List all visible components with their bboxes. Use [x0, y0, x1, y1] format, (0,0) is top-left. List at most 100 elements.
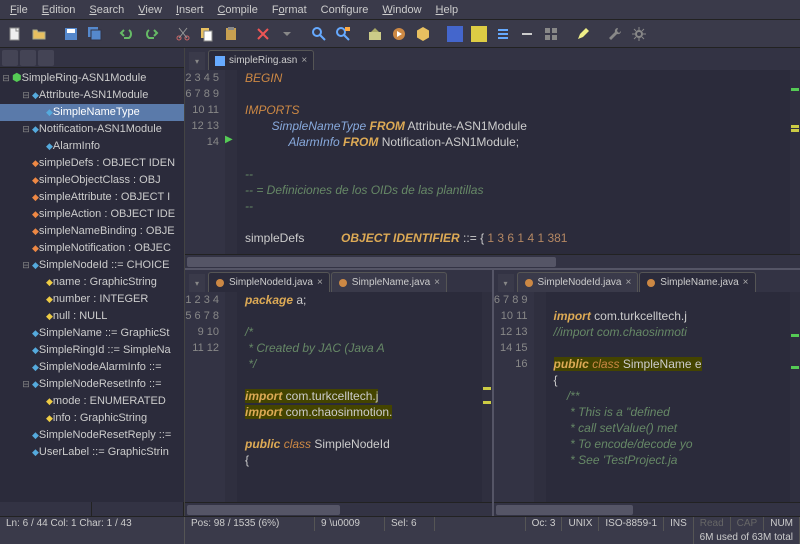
wrench-icon[interactable] — [604, 23, 626, 45]
tree-item[interactable]: ◆ SimpleNameType — [0, 104, 184, 121]
search-icon[interactable] — [308, 23, 330, 45]
status-encoding[interactable]: ISO-8859-1 — [599, 517, 664, 531]
overview-ruler[interactable] — [790, 70, 800, 254]
code-area-bl[interactable]: 1 2 3 4 5 6 7 8 9 10 11 12 package a; /*… — [185, 292, 492, 502]
editor-area: ▾ simpleRing.asn × 2 3 4 5 6 7 8 9 10 11… — [185, 48, 800, 516]
copy-icon[interactable] — [196, 23, 218, 45]
overview-ruler[interactable] — [482, 292, 492, 502]
status-lineending[interactable]: UNIX — [562, 517, 599, 531]
tree-item[interactable]: ◆ null : NULL — [0, 308, 184, 325]
menu-file[interactable]: File — [4, 2, 34, 18]
close-icon[interactable]: × — [434, 277, 440, 288]
project-tree[interactable]: ⊟⬢ SimpleRing-ASN1Module⊟◆ Attribute-ASN… — [0, 68, 184, 502]
tab-simplering-asn[interactable]: simpleRing.asn × — [208, 50, 314, 70]
menu-search[interactable]: Search — [83, 2, 130, 18]
tab-dropdown-icon[interactable]: ▾ — [189, 274, 205, 292]
list-icon[interactable] — [492, 23, 514, 45]
code-area-br[interactable]: 6 7 8 9 10 11 12 13 14 15 16 import com.… — [494, 292, 800, 502]
cut-icon[interactable] — [172, 23, 194, 45]
build-icon[interactable] — [364, 23, 386, 45]
menu-compile[interactable]: Compile — [211, 2, 263, 18]
close-icon[interactable]: × — [743, 277, 749, 288]
menu-insert[interactable]: Insert — [170, 2, 210, 18]
tree-item[interactable]: ◆ simpleObjectClass : OBJ — [0, 172, 184, 189]
status-sel: Sel: 6 — [385, 517, 435, 531]
tab-label: SimpleNodeId.java — [229, 277, 313, 288]
menu-help[interactable]: Help — [430, 2, 465, 18]
save-all-icon[interactable] — [84, 23, 106, 45]
menu-edition[interactable]: Edition — [36, 2, 82, 18]
main-area: ⊟⬢ SimpleRing-ASN1Module⊟◆ Attribute-ASN… — [0, 48, 800, 516]
replace-icon[interactable] — [332, 23, 354, 45]
run-icon[interactable] — [388, 23, 410, 45]
tree-item[interactable]: ◆ simpleAction : OBJECT IDE — [0, 206, 184, 223]
menu-view[interactable]: View — [132, 2, 168, 18]
undo-icon[interactable] — [116, 23, 138, 45]
tree-item[interactable]: ◆ SimpleRingId ::= SimpleNa — [0, 342, 184, 359]
menu-window[interactable]: Window — [376, 2, 427, 18]
sidebar-tool-icon[interactable] — [38, 50, 54, 66]
menubar: File Edition Search View Insert Compile … — [0, 0, 800, 20]
tree-item[interactable]: ⊟◆ SimpleNodeId ::= CHOICE — [0, 257, 184, 274]
editor-bottom-right: ▾ SimpleNodeId.java × SimpleName.java × … — [494, 270, 800, 516]
sidebar-tool-icon[interactable] — [20, 50, 36, 66]
status-insert[interactable]: INS — [664, 517, 694, 531]
palette1-icon[interactable] — [444, 23, 466, 45]
close-icon[interactable]: × — [317, 277, 323, 288]
tree-item[interactable]: ◆ simpleNameBinding : OBJE — [0, 223, 184, 240]
tree-item[interactable]: ◆ simpleAttribute : OBJECT I — [0, 189, 184, 206]
tree-item[interactable]: ◆ simpleDefs : OBJECT IDEN — [0, 155, 184, 172]
save-icon[interactable] — [60, 23, 82, 45]
tree-item[interactable]: ◆ mode : ENUMERATED — [0, 393, 184, 410]
toolbar — [0, 20, 800, 48]
tab-simplename-java[interactable]: SimpleName.java × — [331, 272, 447, 292]
tree-item[interactable]: ◆ SimpleName ::= GraphicSt — [0, 325, 184, 342]
sidebar-scrollbar[interactable] — [0, 502, 184, 516]
status-numlock: NUM — [764, 517, 800, 531]
redo-icon[interactable] — [140, 23, 162, 45]
horizontal-scrollbar[interactable] — [185, 502, 492, 516]
close-icon[interactable]: × — [301, 55, 307, 66]
close-icon[interactable]: × — [625, 277, 631, 288]
palette2-icon[interactable] — [468, 23, 490, 45]
tab-dropdown-icon[interactable]: ▾ — [189, 52, 205, 70]
tree-root[interactable]: ⊟⬢ SimpleRing-ASN1Module — [0, 70, 184, 87]
tree-item[interactable]: ◆ SimpleNodeAlarmInfo ::= — [0, 359, 184, 376]
dropdown-icon[interactable] — [276, 23, 298, 45]
gear-icon[interactable] — [628, 23, 650, 45]
horizontal-scrollbar[interactable] — [185, 254, 800, 268]
tree-item[interactable]: ⊟◆ Attribute-ASN1Module — [0, 87, 184, 104]
tab-simplenodeid-java[interactable]: SimpleNodeId.java × — [208, 272, 330, 292]
tab-label: SimpleName.java — [660, 277, 738, 288]
paste-icon[interactable] — [220, 23, 242, 45]
tab-simplename-java[interactable]: SimpleName.java × — [639, 272, 755, 292]
tree-item[interactable]: ◆ AlarmInfo — [0, 138, 184, 155]
hex-icon[interactable] — [412, 23, 434, 45]
tree-item[interactable]: ◆ UserLabel ::= GraphicStrin — [0, 444, 184, 461]
tab-dropdown-icon[interactable]: ▾ — [498, 274, 514, 292]
tabbar-top: ▾ simpleRing.asn × — [185, 48, 800, 70]
sidebar-tool-icon[interactable] — [2, 50, 18, 66]
open-file-icon[interactable] — [28, 23, 50, 45]
tab-simplenodeid-java[interactable]: SimpleNodeId.java × — [517, 272, 639, 292]
status-capslock: CAP — [731, 517, 765, 531]
horizontal-scrollbar[interactable] — [494, 502, 800, 516]
menu-format[interactable]: Format — [266, 2, 313, 18]
tabbar-bl: ▾ SimpleNodeId.java × SimpleName.java × — [185, 270, 492, 292]
tree-item[interactable]: ◆ simpleNotification : OBJEC — [0, 240, 184, 257]
code-area-top[interactable]: 2 3 4 5 6 7 8 9 10 11 12 13 14 ▶ BEGIN I… — [185, 70, 800, 254]
highlight-icon[interactable] — [572, 23, 594, 45]
tree-item[interactable]: ◆ SimpleNodeResetReply ::= — [0, 427, 184, 444]
minus-icon[interactable] — [516, 23, 538, 45]
tree-item[interactable]: ⊟◆ SimpleNodeResetInfo ::= — [0, 376, 184, 393]
overview-ruler[interactable] — [790, 292, 800, 502]
tree-item[interactable]: ⊟◆ Notification-ASN1Module — [0, 121, 184, 138]
tree-item[interactable]: ◆ name : GraphicString — [0, 274, 184, 291]
new-file-icon[interactable] — [4, 23, 26, 45]
grid-icon[interactable] — [540, 23, 562, 45]
menu-configure[interactable]: Configure — [315, 2, 375, 18]
status-readonly: Read — [694, 517, 731, 531]
delete-icon[interactable] — [252, 23, 274, 45]
tree-item[interactable]: ◆ number : INTEGER — [0, 291, 184, 308]
tree-item[interactable]: ◆ info : GraphicString — [0, 410, 184, 427]
